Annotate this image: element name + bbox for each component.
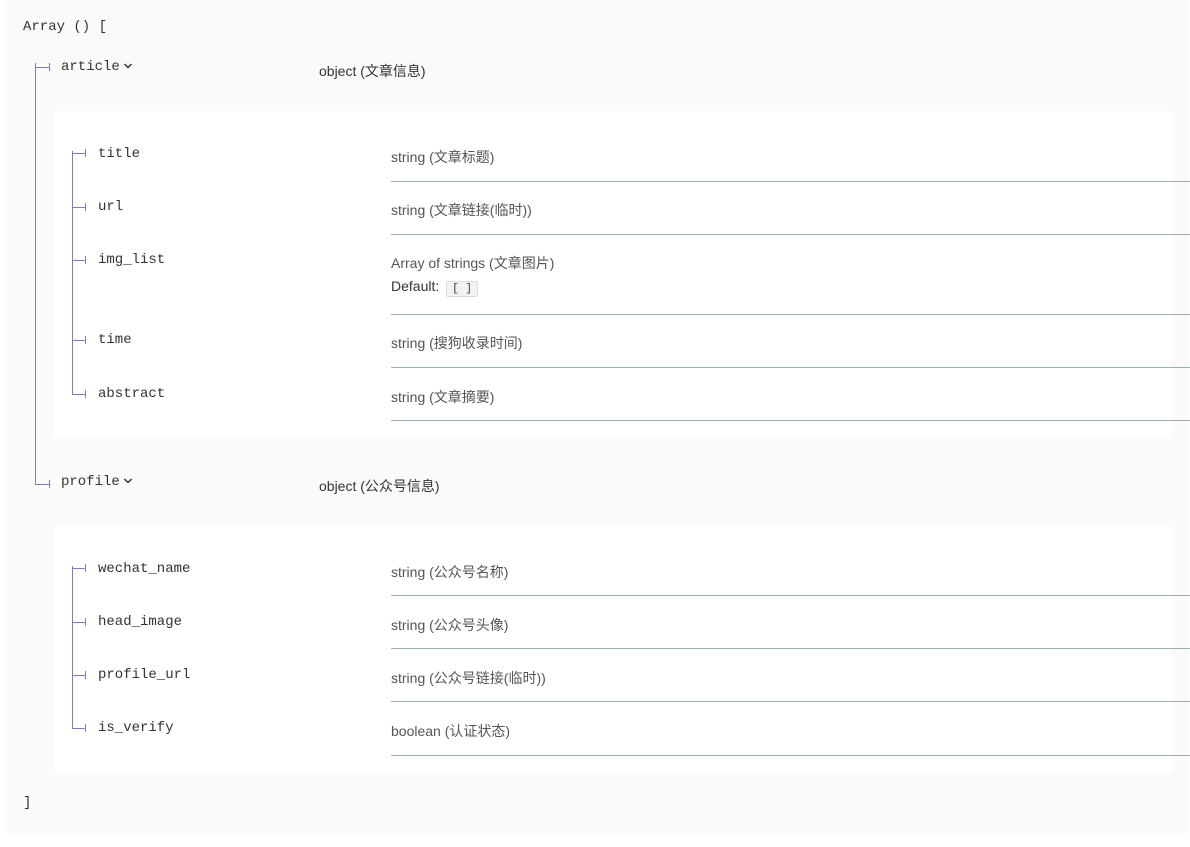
row-separator (391, 314, 1190, 315)
field-abstract-type: string (文章摘要) (391, 389, 495, 405)
field-is-verify-type: boolean (认证状态) (391, 723, 511, 739)
field-tick (85, 256, 86, 264)
field-wechat-name-type: string (公众号名称) (391, 564, 509, 580)
field-connector (72, 260, 86, 261)
array-close-bracket: ] (23, 795, 32, 811)
array-open-bracket: Array () [ (23, 19, 108, 35)
row-separator (391, 181, 1190, 182)
row-separator (391, 234, 1190, 235)
property-profile-label: profile (61, 474, 120, 490)
field-title-type: string (文章标题) (391, 149, 495, 165)
article-fields-panel: title string (文章标题) url string (文章链接(临时)… (54, 111, 1190, 438)
field-tick (85, 336, 86, 344)
field-connector (72, 675, 86, 676)
field-img-list-name: img_list (98, 252, 166, 268)
field-tick (85, 618, 86, 626)
outer-tree-line (35, 63, 36, 485)
chevron-down-icon (123, 478, 132, 484)
field-is-verify-name: is_verify (98, 720, 174, 736)
field-tick (85, 149, 86, 157)
default-value: [ ] (446, 281, 478, 297)
field-abstract-name: abstract (98, 386, 166, 402)
field-time-type: string (搜狗收录时间) (391, 335, 523, 351)
article-tick (49, 63, 50, 71)
field-connector (72, 728, 86, 729)
field-connector (72, 394, 86, 395)
default-label: Default: (391, 278, 440, 294)
field-connector (72, 207, 86, 208)
chevron-down-icon (123, 63, 132, 69)
row-separator (391, 595, 1190, 596)
field-img-list-type: Array of strings (文章图片) (391, 255, 555, 271)
field-head-image-name: head_image (98, 614, 183, 630)
property-article[interactable]: article (61, 59, 133, 75)
article-connector (35, 67, 50, 68)
profile-fields-panel: wechat_name string (公众号名称) head_image st… (54, 526, 1190, 772)
field-connector (72, 340, 86, 341)
field-time-name: time (98, 332, 132, 348)
row-separator (391, 755, 1190, 756)
field-profile-url-name: profile_url (98, 667, 191, 683)
field-img-list-default: Default: [ ] (391, 278, 478, 297)
row-separator (391, 701, 1190, 702)
row-separator (391, 367, 1190, 368)
property-article-type: object (文章信息) (319, 63, 426, 79)
schema-view: Array () [ article object (文章信息) title s… (5, 0, 1190, 833)
field-profile-url-type: string (公众号链接(临时)) (391, 670, 546, 686)
field-tick (85, 390, 86, 398)
field-tick (85, 203, 86, 211)
field-connector (72, 622, 86, 623)
row-separator (391, 648, 1190, 649)
field-tick (85, 724, 86, 732)
property-article-label: article (61, 59, 120, 75)
field-url-name: url (98, 199, 124, 215)
profile-connector (35, 484, 50, 485)
field-head-image-type: string (公众号头像) (391, 617, 509, 633)
profile-inner-tree-line (72, 566, 73, 729)
field-connector (72, 568, 86, 569)
field-connector (72, 153, 86, 154)
article-inner-tree-line (72, 151, 73, 395)
field-wechat-name-name: wechat_name (98, 561, 191, 577)
field-tick (85, 564, 86, 572)
property-profile-type: object (公众号信息) (319, 478, 440, 494)
field-title-name: title (98, 146, 141, 162)
field-tick (85, 671, 86, 679)
property-profile[interactable]: profile (61, 474, 133, 490)
profile-tick (49, 480, 50, 488)
row-separator (391, 420, 1190, 421)
field-url-type: string (文章链接(临时)) (391, 202, 532, 218)
